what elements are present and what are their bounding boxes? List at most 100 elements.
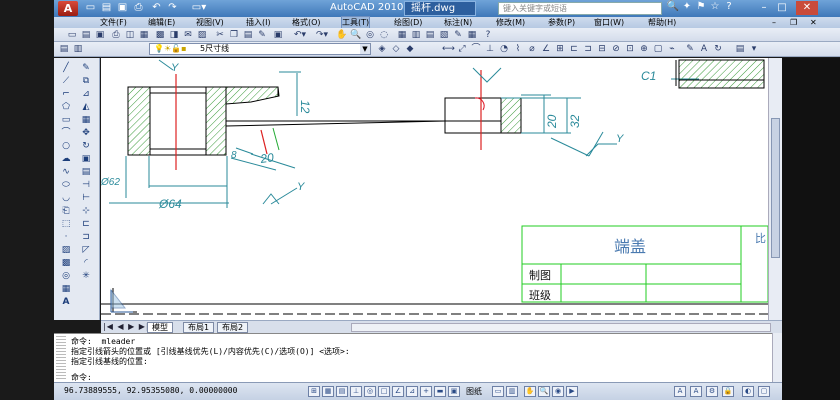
circle-icon[interactable]: ○ [59, 140, 73, 152]
layer-previous-icon[interactable]: ◇ [390, 43, 402, 55]
trim-icon[interactable]: ⊣ [79, 179, 93, 191]
scale-icon[interactable]: ▣ [79, 153, 93, 165]
dim-baseline-icon[interactable]: ⊏ [568, 43, 580, 55]
menu-view[interactable]: 视图(V) [196, 17, 224, 28]
communication-icon[interactable]: ⚑ [694, 1, 708, 12]
snap-mode-icon[interactable]: ▦ [322, 386, 334, 397]
polygon-icon[interactable]: ⬠ [59, 101, 73, 113]
copy-icon[interactable]: ❐ [228, 29, 240, 41]
join-icon[interactable]: ⊐ [79, 231, 93, 243]
copy-object-icon[interactable]: ⧉ [79, 75, 93, 87]
quickcalc-icon[interactable]: ▦ [466, 29, 478, 41]
layer-state-icon[interactable]: ▥ [72, 43, 84, 55]
zoom-window-icon[interactable]: ◎ [364, 29, 376, 41]
cut-icon[interactable]: ✂ [214, 29, 226, 41]
dim-break-icon[interactable]: ⊘ [610, 43, 622, 55]
offset-icon[interactable]: ◭ [79, 101, 93, 113]
markup-icon[interactable]: ✎ [452, 29, 464, 41]
dim-arc-icon[interactable]: ⌒ [470, 43, 482, 55]
qnew-icon[interactable]: ▭ [66, 29, 78, 41]
table-icon[interactable]: ▦ [59, 283, 73, 295]
gradient-icon[interactable]: ▩ [59, 257, 73, 269]
annotation-visibility-icon[interactable]: A [690, 386, 702, 397]
maximize-button[interactable]: □ [774, 1, 790, 15]
paste-icon[interactable]: ▤ [242, 29, 254, 41]
tab-model[interactable]: 模型 [147, 322, 173, 333]
menu-help[interactable]: 帮助(H) [648, 17, 676, 28]
sheet-set-manager-icon[interactable]: ▧ [438, 29, 450, 41]
spline-icon[interactable]: ∿ [59, 166, 73, 178]
close-button[interactable]: ✕ [796, 1, 818, 15]
center-mark-icon[interactable]: ⊕ [638, 43, 650, 55]
zoom-previous-icon[interactable]: ◌ [378, 29, 390, 41]
dim-ordinate-icon[interactable]: ⊥ [484, 43, 496, 55]
3d-print-icon[interactable]: ▩ [154, 29, 166, 41]
ellipse-icon[interactable]: ⬭ [59, 179, 73, 191]
publish-icon[interactable]: ▦ [138, 29, 150, 41]
zoom-icon[interactable]: 🔍 [538, 386, 550, 397]
pan-icon[interactable]: ✋ [336, 29, 348, 41]
minimize-button[interactable]: – [756, 1, 772, 15]
dim-style-icon[interactable]: ▤ [734, 43, 746, 55]
menu-edit[interactable]: 编辑(E) [148, 17, 175, 28]
erase-icon[interactable]: ✎ [79, 62, 93, 74]
help-icon[interactable]: ? [722, 1, 736, 12]
insert-block-icon[interactable]: ⎗ [59, 205, 73, 217]
dim-radius-icon[interactable]: ◔ [498, 43, 510, 55]
render-icon[interactable]: ◨ [168, 29, 180, 41]
isolate-objects-icon[interactable]: ◐ [742, 386, 754, 397]
paper-model-toggle[interactable]: 图纸 [466, 386, 482, 397]
tab-nav-arrows[interactable]: |◀ ◀ ▶ ▶| [103, 322, 150, 331]
line-icon[interactable]: ╱ [59, 62, 73, 74]
scroll-thumb[interactable] [771, 118, 780, 258]
ellipse-arc-icon[interactable]: ◡ [59, 192, 73, 204]
plot-icon[interactable]: ⎙ [132, 2, 145, 14]
model-space-icon[interactable]: ▭ [492, 386, 504, 397]
dim-jogged-icon[interactable]: ⌇ [512, 43, 524, 55]
fillet-icon[interactable]: ◜ [79, 257, 93, 269]
menubar-restore-icon[interactable]: ❐ [790, 17, 797, 28]
subscription-icon[interactable]: ✦ [680, 1, 694, 12]
layout-icon[interactable]: ▥ [506, 386, 518, 397]
lineweight-icon[interactable]: ▬ [434, 386, 446, 397]
showmotion-icon[interactable]: ▶ [566, 386, 578, 397]
menubar-minimize-icon[interactable]: – [772, 17, 776, 28]
plot-preview-icon[interactable]: ◫ [124, 29, 136, 41]
redo-icon[interactable]: ↷▾ [312, 29, 332, 41]
menu-dimension[interactable]: 标注(N) [444, 17, 472, 28]
quick-properties-icon[interactable]: ▣ [448, 386, 460, 397]
dim-angular-icon[interactable]: ∠ [540, 43, 552, 55]
break-at-point-icon[interactable]: ⊹ [79, 205, 93, 217]
match-properties-icon[interactable]: ✎ [256, 29, 268, 41]
etransmit-icon[interactable]: ✉ [182, 29, 194, 41]
clean-screen-icon[interactable]: ▢ [758, 386, 770, 397]
open-icon[interactable]: ▤ [100, 2, 113, 14]
menu-format[interactable]: 格式(O) [292, 17, 321, 28]
chamfer-icon[interactable]: ◸ [79, 244, 93, 256]
open-icon[interactable]: ▤ [80, 29, 92, 41]
dim-text-edit-icon[interactable]: A [698, 43, 710, 55]
steering-wheel-icon[interactable]: ◉ [552, 386, 564, 397]
menu-tools[interactable]: 工具(T) [340, 16, 371, 29]
menubar-close-icon[interactable]: ✕ [810, 17, 817, 28]
application-menu-button[interactable]: A [58, 1, 78, 16]
annotation-scale-icon[interactable]: A [674, 386, 686, 397]
quick-dim-icon[interactable]: ⊞ [554, 43, 566, 55]
hatch-icon[interactable]: ▨ [59, 244, 73, 256]
horizontal-scrollbar[interactable] [351, 323, 771, 332]
extend-icon[interactable]: ⊢ [79, 192, 93, 204]
search-icon[interactable]: 🔍 [666, 1, 680, 12]
dynamic-input-icon[interactable]: + [420, 386, 432, 397]
tab-layout2[interactable]: 布局2 [217, 322, 249, 333]
explode-icon[interactable]: ✳ [79, 270, 93, 282]
coordinate-readout[interactable]: 96.73889555, 92.95355080, 0.00000000 [64, 386, 237, 395]
zoom-realtime-icon[interactable]: 🔍 [350, 29, 362, 41]
menu-draw[interactable]: 绘图(D) [394, 17, 422, 28]
region-icon[interactable]: ◎ [59, 270, 73, 282]
rectangle-icon[interactable]: ▭ [59, 114, 73, 126]
undo-icon[interactable]: ↶ [150, 2, 163, 14]
tool-palettes-icon[interactable]: ▤ [424, 29, 436, 41]
vertical-scrollbar[interactable] [768, 58, 782, 320]
plot-icon[interactable]: ⎙ [110, 29, 122, 41]
chevron-down-icon[interactable]: ▼ [360, 44, 370, 54]
